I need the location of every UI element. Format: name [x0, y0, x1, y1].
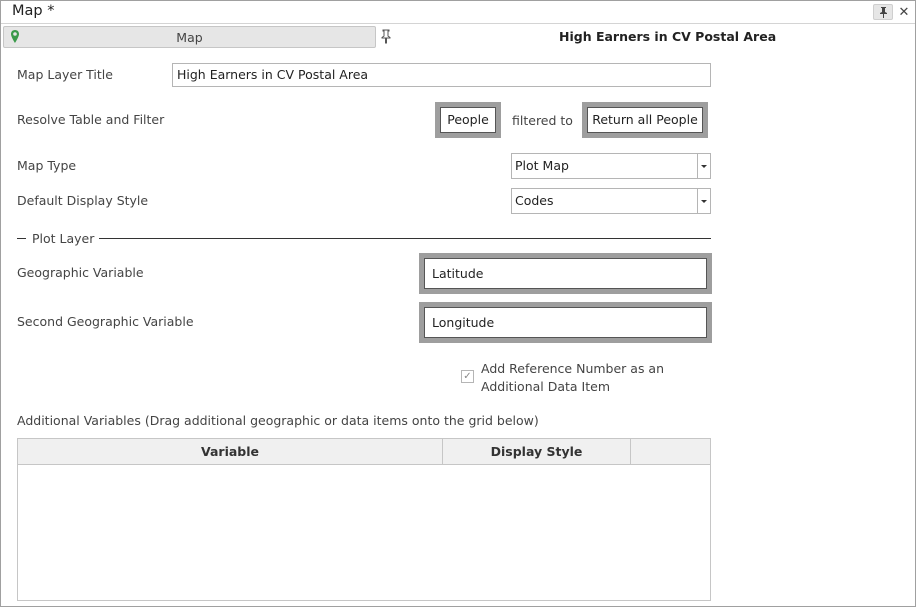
column-header-display-style[interactable]: Display Style — [443, 439, 631, 464]
resolve-table-value: People — [440, 107, 496, 133]
geo-var-label: Geographic Variable — [17, 265, 144, 280]
geo-var-field[interactable]: Latitude — [419, 253, 712, 294]
group-divider — [17, 238, 26, 239]
window-title: Map * — [12, 3, 55, 19]
second-geo-var-value: Longitude — [424, 307, 707, 338]
tab-map[interactable]: Map — [3, 26, 376, 48]
tab-strip: Map High Earners in CV Postal Area — [3, 26, 915, 48]
resolve-filter-value: Return all People — [587, 107, 703, 133]
close-icon[interactable]: ✕ — [895, 4, 913, 20]
filtered-to-label: filtered to — [512, 113, 573, 128]
additional-vars-grid[interactable]: Variable Display Style — [17, 438, 711, 601]
group-divider — [99, 238, 711, 239]
add-ref-label-line1: Add Reference Number as an — [481, 361, 665, 376]
display-style-label: Default Display Style — [17, 193, 149, 208]
window-titlebar: Map * ✕ — [1, 1, 915, 24]
layer-title-label: Map Layer Title — [17, 67, 113, 82]
chevron-down-icon[interactable] — [697, 154, 710, 178]
pin-icon[interactable] — [380, 28, 392, 44]
plot-layer-heading: Plot Layer — [32, 231, 95, 246]
pin-icon[interactable] — [873, 4, 893, 20]
additional-vars-label: Additional Variables (Drag additional ge… — [17, 413, 539, 428]
second-geo-var-label: Second Geographic Variable — [17, 314, 194, 329]
active-layer-title: High Earners in CV Postal Area — [559, 29, 777, 44]
map-type-value: Plot Map — [515, 158, 569, 173]
add-ref-label-line2: Additional Data Item — [481, 379, 610, 394]
resolve-filter-button[interactable]: Return all People — [582, 102, 708, 138]
check-icon: ✓ — [463, 371, 472, 382]
grid-header: Variable Display Style — [18, 439, 710, 465]
add-ref-checkbox[interactable]: ✓ — [461, 370, 474, 383]
display-style-select[interactable]: Codes — [511, 188, 711, 214]
map-type-label: Map Type — [17, 158, 77, 173]
second-geo-var-field[interactable]: Longitude — [419, 302, 712, 343]
resolve-label: Resolve Table and Filter — [17, 112, 165, 127]
geo-var-value: Latitude — [424, 258, 707, 289]
map-window: Map * ✕ Map High Earners in CV Postal Ar… — [0, 0, 916, 607]
resolve-table-button[interactable]: People — [435, 102, 501, 138]
map-type-select[interactable]: Plot Map — [511, 153, 711, 179]
chevron-down-icon[interactable] — [697, 189, 710, 213]
column-header-extra — [631, 439, 710, 464]
column-header-variable[interactable]: Variable — [18, 439, 443, 464]
layer-title-input[interactable]: High Earners in CV Postal Area — [172, 63, 711, 87]
tab-map-label: Map — [176, 30, 203, 45]
display-style-value: Codes — [515, 193, 554, 208]
